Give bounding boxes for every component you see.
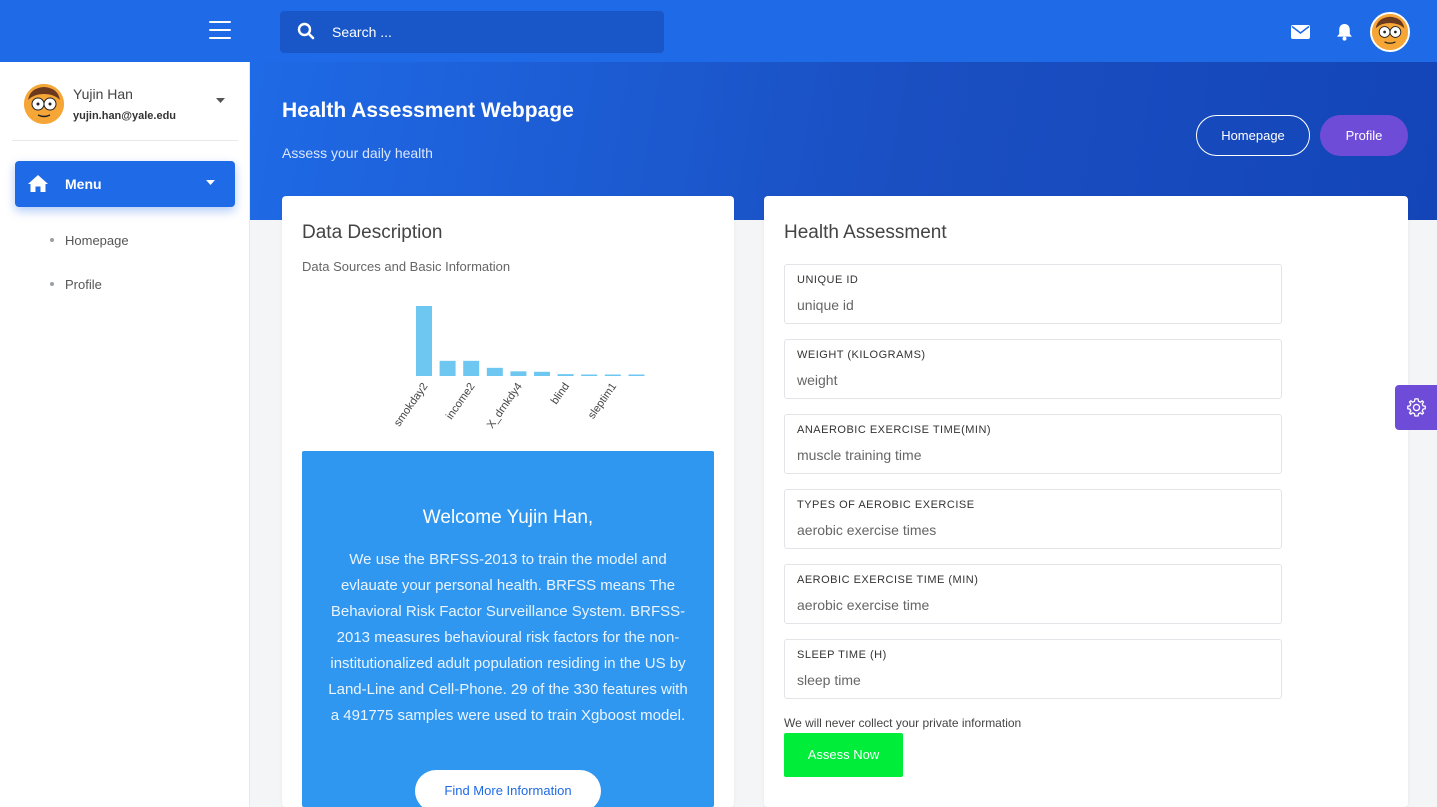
assess-now-button[interactable]: Assess Now: [784, 733, 903, 777]
weight-input[interactable]: [797, 372, 1267, 388]
search-input[interactable]: [332, 11, 652, 53]
top-navbar: [0, 0, 1437, 62]
privacy-note: We will never collect your private infor…: [784, 716, 1022, 730]
welcome-title: Welcome Yujin Han,: [422, 507, 594, 528]
bullet: [50, 237, 54, 242]
field-label: UNIQUE ID: [797, 274, 859, 286]
aerobic-types-field: TYPES OF AEROBIC EXERCISE: [784, 489, 1282, 549]
aerobic-types-input[interactable]: [797, 522, 1267, 538]
data-description-card: Data Description Data Sources and Basic …: [282, 196, 734, 807]
card-title: Data Description: [302, 222, 443, 243]
home-icon: [28, 175, 48, 192]
menu-button[interactable]: Menu: [15, 161, 235, 207]
find-more-information-button[interactable]: Find More Information: [415, 770, 601, 807]
anaerobic-time-field: ANAEROBIC EXERCISE TIME(MIN): [784, 414, 1282, 474]
chart-bar: [604, 374, 621, 376]
settings-tab[interactable]: [1395, 385, 1437, 430]
menu-icon[interactable]: [209, 21, 231, 39]
bell-icon[interactable]: [1336, 23, 1353, 41]
sidebar: Yujin Han yujin.han@yale.edu Menu Homepa…: [0, 62, 250, 807]
caret-down-icon: [206, 180, 215, 185]
card-title: Health Assessment: [784, 222, 947, 243]
welcome-text: We use the BRFSS-2013 to train the model…: [328, 551, 688, 724]
chart-bar: [628, 374, 645, 376]
menu-label: Menu: [65, 176, 102, 192]
chart-bar: [510, 371, 527, 376]
welcome-panel: Welcome Yujin Han, We use the BRFSS-2013…: [302, 451, 714, 807]
field-label: TYPES OF AEROBIC EXERCISE: [797, 499, 975, 511]
search-icon[interactable]: [297, 22, 315, 40]
sidebar-item-homepage[interactable]: Homepage: [50, 233, 129, 248]
chart-bar: [581, 374, 598, 376]
page-subtitle: Assess your daily health: [282, 145, 433, 161]
feature-importance-chart: smokday2 income2 X_drnkdy4 blind sleptim1: [392, 306, 645, 431]
avatar-cartoon-icon: [1372, 14, 1408, 50]
user-name: Yujin Han: [73, 86, 133, 102]
profile-button[interactable]: Profile: [1320, 115, 1408, 156]
weight-field: WEIGHT (KILOGRAMS): [784, 339, 1282, 399]
anaerobic-time-input[interactable]: [797, 447, 1267, 463]
chart-tick-label: income2: [444, 381, 478, 422]
search-bar: [280, 11, 664, 53]
bullet: [50, 281, 54, 286]
avatar[interactable]: [1370, 12, 1410, 52]
unique-id-input[interactable]: [797, 297, 1267, 313]
chart-bar: [557, 374, 574, 376]
sidebar-item-label: Homepage: [65, 233, 129, 248]
sidebar-item-profile[interactable]: Profile: [50, 277, 102, 292]
sleep-time-input[interactable]: [797, 672, 1267, 688]
aerobic-time-input[interactable]: [797, 597, 1267, 613]
divider: [12, 140, 238, 141]
unique-id-field: UNIQUE ID: [784, 264, 1282, 324]
page-title: Health Assessment Webpage: [282, 99, 574, 122]
chart-bar: [534, 371, 550, 376]
avatar-cartoon-icon: [24, 84, 64, 124]
chart-tick-label: smokday2: [392, 381, 431, 429]
gear-icon: [1407, 398, 1426, 417]
card-subtitle: Data Sources and Basic Information: [302, 259, 511, 274]
chart-bar: [486, 367, 503, 376]
sleep-time-field: SLEEP TIME (H): [784, 639, 1282, 699]
field-label: SLEEP TIME (H): [797, 649, 887, 661]
aerobic-time-field: AEROBIC EXERCISE TIME (MIN): [784, 564, 1282, 624]
caret-down-icon[interactable]: [216, 98, 225, 104]
avatar: [24, 84, 64, 124]
field-label: ANAEROBIC EXERCISE TIME(MIN): [797, 424, 992, 436]
chart-tick-label: X_drnkdy4: [485, 381, 525, 431]
chart-bar: [416, 306, 432, 376]
user-email: yujin.han@yale.edu: [73, 110, 177, 122]
field-label: AEROBIC EXERCISE TIME (MIN): [797, 574, 979, 586]
user-profile[interactable]: Yujin Han yujin.han@yale.edu: [24, 82, 234, 126]
chart-tick-label: blind: [549, 381, 572, 407]
homepage-button[interactable]: Homepage: [1196, 115, 1310, 156]
field-label: WEIGHT (KILOGRAMS): [797, 349, 926, 361]
chart-bar: [463, 360, 480, 376]
health-assessment-card: Health Assessment UNIQUE ID WEIGHT (KILO…: [764, 196, 1408, 807]
chart-tick-label: sleptim1: [586, 381, 619, 421]
envelope-icon[interactable]: [1291, 25, 1310, 39]
sidebar-item-label: Profile: [65, 277, 102, 292]
chart-bar: [439, 360, 456, 376]
